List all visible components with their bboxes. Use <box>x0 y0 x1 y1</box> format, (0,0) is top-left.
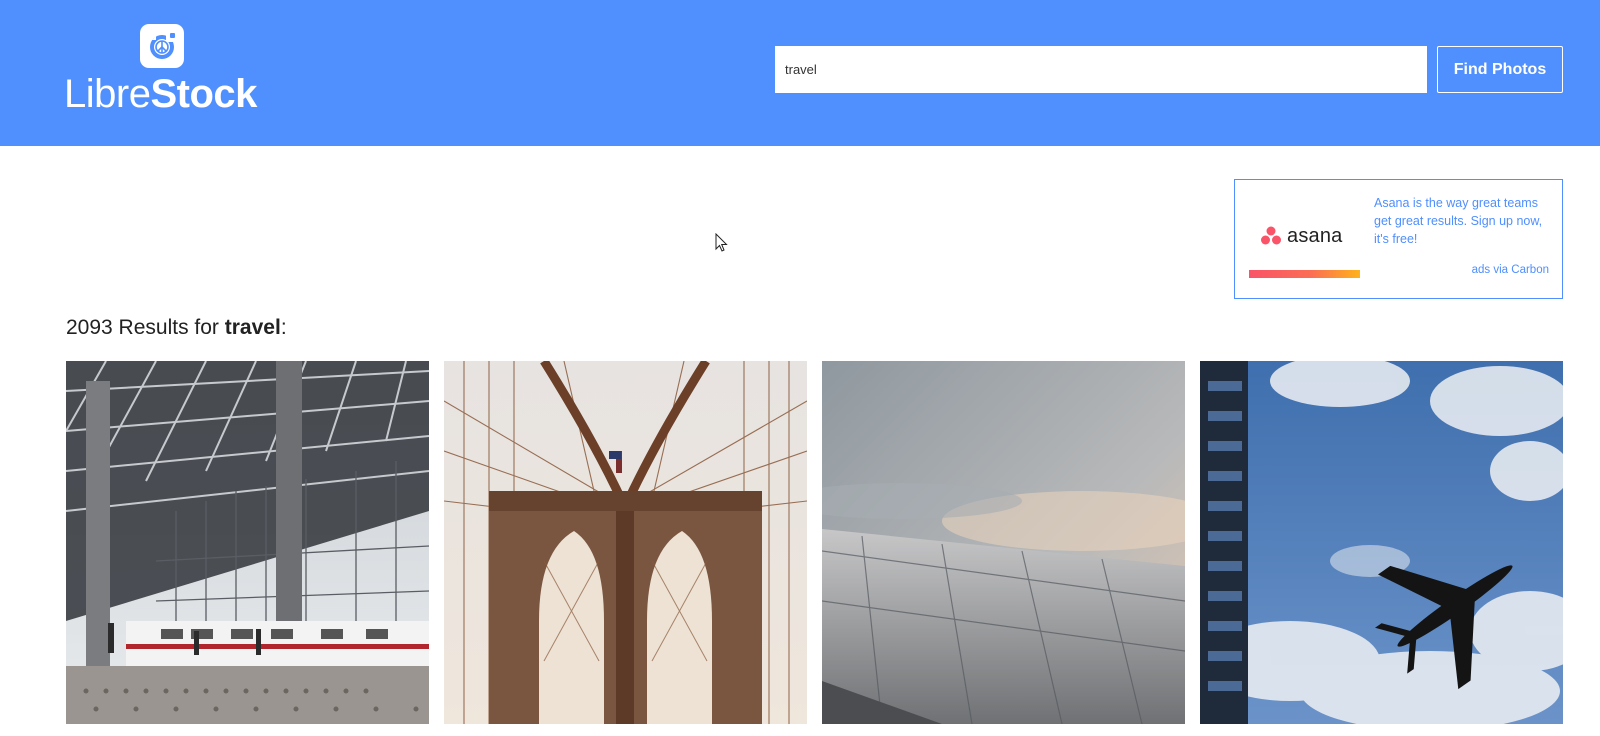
ad-text[interactable]: Asana is the way great teams get great r… <box>1374 194 1544 248</box>
photo-airplane-wing <box>822 361 1185 724</box>
results-count: 2093 <box>66 316 113 339</box>
photo-bridge <box>444 361 807 724</box>
logo-text-bold: Stock <box>150 72 257 116</box>
photo-train-station <box>66 361 429 724</box>
logo-wordmark: LibreStock <box>64 71 257 117</box>
ads-via-carbon-link[interactable]: ads via Carbon <box>1472 264 1549 276</box>
photo-result[interactable] <box>822 361 1185 724</box>
logo[interactable]: LibreStock <box>64 23 260 117</box>
search-input[interactable] <box>775 46 1427 93</box>
photo-result[interactable] <box>66 361 429 724</box>
photo-result[interactable] <box>444 361 807 724</box>
camera-peace-icon <box>140 24 184 68</box>
results-heading: 2093 Results for travel: <box>66 314 287 342</box>
results-query: travel <box>224 316 281 339</box>
mouse-cursor-icon <box>715 233 728 252</box>
results-prefix: Results for <box>112 316 225 339</box>
asana-logo[interactable]: asana <box>1261 222 1353 250</box>
photo-airplane-sky <box>1200 361 1563 724</box>
carbon-ad[interactable]: asana Asana is the way great teams get g… <box>1234 179 1563 299</box>
header: LibreStock Find Photos <box>0 0 1600 146</box>
asana-dots-icon <box>1261 226 1281 245</box>
logo-text-light: Libre <box>64 72 151 116</box>
ad-gradient-bar <box>1249 270 1360 278</box>
photo-result[interactable] <box>1200 361 1563 724</box>
results-suffix: : <box>280 316 287 339</box>
find-photos-button[interactable]: Find Photos <box>1437 46 1563 93</box>
ad-brand: asana <box>1287 225 1343 247</box>
